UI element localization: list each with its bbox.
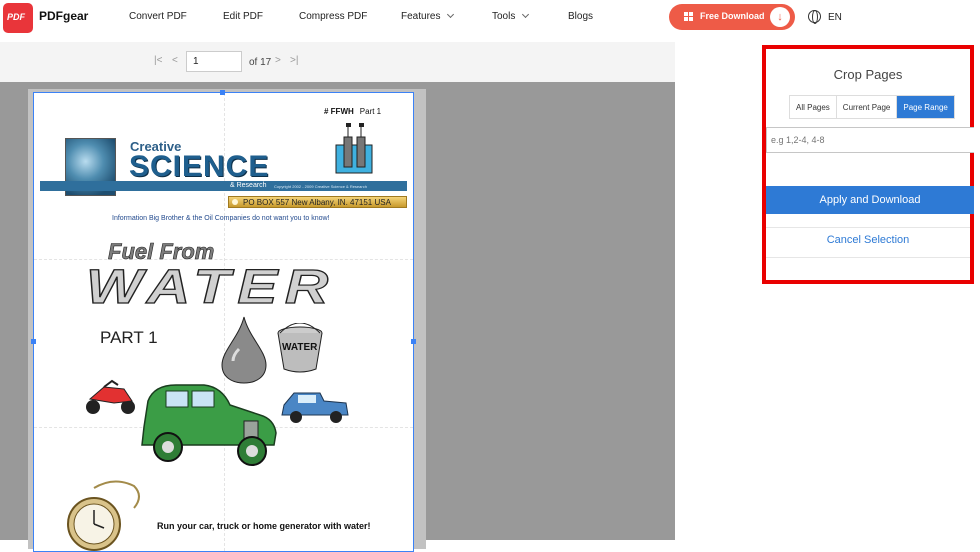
crop-handle-top[interactable] (220, 90, 225, 95)
motorcycle (86, 379, 135, 414)
chevron-down-icon (447, 10, 455, 19)
crop-panel-title: Crop Pages (833, 67, 903, 82)
nav-label: Edit PDF (223, 11, 264, 22)
tab-all-pages[interactable]: All Pages (790, 96, 837, 118)
divider (766, 227, 970, 228)
windows-icon (684, 12, 694, 22)
brand-name[interactable]: PDFgear (39, 9, 88, 23)
info-line: Information Big Brother & the Oil Compan… (112, 215, 330, 222)
viewer-toolbar: |< < of 17 > >| (0, 42, 675, 82)
nav-tools[interactable]: Tools (492, 10, 530, 22)
tagline: Run your car, truck or home generator wi… (157, 521, 371, 531)
vehicles-image (86, 379, 349, 466)
doc-part: Part 1 (359, 107, 382, 116)
nav-label: Features (401, 11, 441, 22)
title-water: WATER (85, 260, 336, 314)
address-text: PO BOX 557 New Albany, IN. 47151 USA (243, 198, 391, 207)
apply-and-download-button[interactable]: Apply and Download (766, 186, 974, 214)
logo-text: PDF (7, 12, 25, 22)
page-count: of 17 (249, 57, 272, 68)
pickup-truck (281, 392, 349, 423)
doc-code: # FFWH (324, 107, 354, 116)
doc-id: # FFWH Part 1 (324, 107, 381, 116)
first-page-icon[interactable]: |< (154, 56, 162, 66)
pocket-watch-image (67, 480, 140, 551)
crop-scope-tabs: All Pages Current Page Page Range (789, 95, 955, 119)
electrolysis-tank-image (335, 123, 373, 174)
cancel-selection-link[interactable]: Cancel Selection (766, 234, 970, 246)
bucket-label: WATER (282, 342, 318, 353)
free-download-button[interactable]: Free Download ↓ (669, 4, 795, 30)
logo-science: SCIENCE (129, 150, 270, 183)
free-download-label: Free Download (700, 11, 765, 21)
next-page-icon[interactable]: > (275, 56, 281, 66)
page-number-input[interactable] (186, 51, 242, 72)
nav-label: Tools (492, 11, 516, 22)
divider (766, 257, 970, 258)
tab-current-page[interactable]: Current Page (837, 96, 898, 118)
crop-handle-left[interactable] (31, 339, 36, 344)
nav-compress-pdf[interactable]: Compress PDF (299, 11, 367, 22)
pdfgear-logo[interactable]: PDF (3, 3, 33, 33)
address-bar: PO BOX 557 New Albany, IN. 47151 USA (228, 196, 407, 208)
nav-label: Convert PDF (129, 11, 187, 22)
chevron-down-icon (522, 10, 530, 19)
nav-blogs[interactable]: Blogs (568, 11, 593, 22)
nav-label: Compress PDF (299, 11, 368, 22)
crop-handle-right[interactable] (411, 339, 416, 344)
crop-pages-panel: Crop Pages All Pages Current Page Page R… (762, 45, 974, 284)
prev-page-icon[interactable]: < (172, 56, 178, 66)
page-range-input[interactable] (766, 127, 974, 153)
language-selector[interactable]: EN (828, 12, 842, 23)
nav-features[interactable]: Features (401, 10, 455, 22)
address-bullet (232, 199, 238, 205)
nav-label: Blogs (568, 11, 594, 22)
top-nav-bar: PDF PDFgear Convert PDF Edit PDF Compres… (0, 0, 980, 36)
download-icon: ↓ (770, 7, 790, 27)
copyright-text: Copyright 2002 - 2009 Creative Science &… (274, 184, 367, 189)
nav-convert-pdf[interactable]: Convert PDF (129, 11, 187, 22)
logo-research: & Research (230, 182, 267, 189)
tab-page-range[interactable]: Page Range (897, 96, 954, 118)
nav-edit-pdf[interactable]: Edit PDF (223, 11, 263, 22)
part-label: PART 1 (100, 328, 158, 347)
last-page-icon[interactable]: >| (290, 56, 298, 66)
green-car (141, 384, 277, 466)
pdf-page[interactable]: # FFWH Part 1 Creative SCIENCE & Research… (33, 92, 414, 552)
globe-icon[interactable] (808, 10, 821, 24)
pdf-viewer[interactable]: # FFWH Part 1 Creative SCIENCE & Research… (0, 82, 675, 552)
